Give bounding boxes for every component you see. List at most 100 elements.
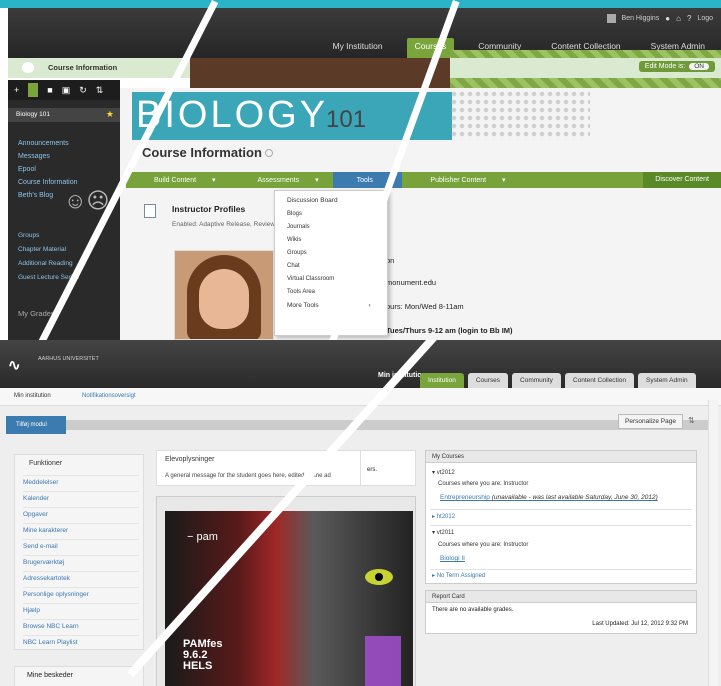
tool-link[interactable]: Mine karakterer: [23, 523, 139, 539]
tools-menu-chat[interactable]: Chat: [287, 263, 387, 269]
university-logo-icon: ∿: [8, 357, 21, 374]
help-icon[interactable]: ?: [687, 14, 691, 23]
info-line: ours: Mon/Wed 8-11am: [386, 302, 464, 311]
logout-link[interactable]: Logo: [697, 15, 713, 22]
my-courses-title: My Courses: [426, 451, 696, 463]
tools-menu-groups[interactable]: Groups: [287, 250, 387, 256]
tab-community[interactable]: Community: [512, 373, 561, 388]
sub-nav-my-institution[interactable]: Min institution: [14, 393, 51, 399]
document-icon: [144, 204, 156, 218]
tool-link[interactable]: Browse NBC Learn: [23, 619, 139, 635]
person-icon[interactable]: ●: [665, 14, 670, 23]
list-view-icon[interactable]: ■: [47, 85, 52, 95]
tool-link[interactable]: Adressekartotek: [23, 571, 139, 587]
tool-link[interactable]: Hjælp: [23, 603, 139, 619]
add-module-button[interactable]: Tilføj modul: [6, 416, 66, 434]
report-card-updated: Last Updated: Jul 12, 2012 9:32 PM: [592, 621, 688, 627]
announcement-text-2: ers.: [367, 467, 378, 473]
course-link[interactable]: Entrepreneurship (unavailable - was last…: [440, 494, 658, 501]
add-icon[interactable]: +: [14, 85, 19, 95]
menu-item-chapter-material[interactable]: Chapter Material: [18, 246, 79, 253]
home-icon[interactable]: ⌂: [676, 14, 681, 23]
menu-item-messages[interactable]: Messages: [18, 153, 78, 160]
portal-tabs: Institution Courses Community Content Co…: [420, 373, 696, 388]
breadcrumb-item[interactable]: Course Information: [48, 63, 117, 72]
assessments-button[interactable]: Assessments ▾: [230, 176, 333, 184]
term-heading[interactable]: ▸ No Term Assigned: [432, 572, 485, 579]
user-name[interactable]: Ben Higgins: [622, 15, 660, 22]
report-card-message: There are no available grades.: [432, 607, 514, 613]
page-scrollbar[interactable]: [708, 400, 718, 686]
tool-link[interactable]: Send e-mail: [23, 539, 139, 555]
tool-link[interactable]: Kalender: [23, 491, 139, 507]
instructor-profiles-title[interactable]: Instructor Profiles: [172, 204, 245, 214]
menu-toggle-icon[interactable]: [22, 62, 34, 73]
reorder-icon[interactable]: ⇅: [688, 416, 695, 425]
tools-dropdown-menu: Discussion Board Blogs Journals Wikis Gr…: [274, 190, 388, 336]
tab-my-institution[interactable]: My Institution: [326, 38, 388, 59]
build-content-button[interactable]: Build Content ▾: [126, 176, 230, 184]
course-link[interactable]: Biologi II: [440, 555, 465, 562]
tools-menu-virtual-classroom[interactable]: Virtual Classroom: [287, 276, 387, 282]
tool-link[interactable]: Brugerværktøj: [23, 555, 139, 571]
info-line[interactable]: monument.edu: [386, 278, 436, 287]
tab-courses[interactable]: Courses: [467, 373, 509, 388]
menu-item-groups[interactable]: Groups: [18, 232, 79, 239]
tab-courses[interactable]: Courses: [406, 38, 455, 59]
folder-view-icon[interactable]: [28, 83, 39, 97]
menu-item-announcements[interactable]: Announcements: [18, 140, 78, 147]
tab-system-admin[interactable]: System Admin: [638, 373, 696, 388]
tab-content-collection[interactable]: Content Collection: [564, 373, 635, 388]
user-bar: Ben Higgins ● ⌂ ? Logo: [606, 14, 713, 23]
sub-nav-notifications[interactable]: Notifikationsoversigt: [82, 393, 136, 399]
announcement-title: Elevoplysninger: [165, 456, 215, 463]
discover-content-button[interactable]: Discover Content: [643, 172, 721, 188]
sort-icon[interactable]: ⇅: [96, 85, 104, 96]
instructor-profiles-status: Enabled: Adaptive Release, Review: [172, 221, 275, 228]
announcement-module-2: ers.: [360, 450, 416, 486]
sub-navigation: Min institution Notifikationsoversigt: [0, 388, 721, 406]
module-strip: [66, 420, 711, 430]
poster-shape: [365, 636, 401, 686]
announcement-module: Elevoplysninger A general message for th…: [156, 450, 366, 486]
tools-menu-more-tools[interactable]: More Tools ›: [287, 302, 387, 309]
term-heading[interactable]: ▾ vt2011: [432, 529, 454, 536]
tools-module: Funktioner Meddelelser Kalender Opgaver …: [14, 454, 144, 650]
tools-menu-discussion-board[interactable]: Discussion Board: [287, 197, 387, 204]
instructor-photo: [174, 250, 274, 340]
tool-link[interactable]: Meddelelser: [23, 475, 139, 491]
star-icon[interactable]: ★: [106, 109, 114, 120]
publisher-content-button[interactable]: Publisher Content ▾: [402, 176, 519, 184]
tab-institution[interactable]: Institution: [420, 373, 464, 388]
tool-link[interactable]: NBC Learn Playlist: [23, 635, 139, 651]
edit-mode-value[interactable]: ON: [689, 63, 709, 70]
report-card-title: Report Card: [426, 591, 696, 603]
menu-item-epool[interactable]: Epool: [18, 166, 78, 173]
blackboard-course-screenshot: Ben Higgins ● ⌂ ? Logo My Institution Co…: [0, 0, 721, 340]
window-icon[interactable]: ▣: [62, 85, 71, 96]
course-name[interactable]: Biology 101 ★: [8, 108, 120, 122]
info-icon[interactable]: [264, 149, 273, 157]
term-heading[interactable]: ▸ ht2012: [432, 513, 455, 520]
content-area: BIOLOGY 101 Course Information Build Con…: [120, 88, 721, 340]
personalize-page-button[interactable]: Personalize Page: [618, 414, 683, 429]
term-heading[interactable]: ▾ vt2012: [432, 469, 455, 476]
edit-mode-label: Edit Mode is:: [644, 63, 686, 70]
tools-menu-tools-area[interactable]: Tools Area: [287, 289, 387, 295]
tool-link[interactable]: Personlige oplysninger: [23, 587, 139, 603]
info-line: Tues/Thurs 9-12 am (login to Bb IM): [386, 326, 513, 335]
menu-item-additional-reading[interactable]: Additional Reading: [18, 260, 79, 267]
banner-number: 101: [326, 106, 367, 133]
edit-mode-toggle[interactable]: Edit Mode is: ON: [638, 61, 715, 72]
refresh-icon[interactable]: ↻: [79, 85, 87, 96]
chevron-right-icon: ›: [368, 302, 371, 309]
banner-brown-bar: [190, 58, 450, 88]
avatar: [606, 14, 616, 23]
tool-link[interactable]: Opgaver: [23, 507, 139, 523]
event-poster-module: − pam PAMfes 9.6.2 HELS: [156, 496, 416, 686]
my-courses-module: My Courses ▾ vt2012 Courses where you ar…: [425, 450, 697, 584]
poster-pupil: [375, 573, 383, 581]
menu-item-course-information[interactable]: Course Information: [18, 179, 78, 186]
tools-menu-blogs[interactable]: Blogs: [287, 211, 387, 217]
portal-header: ∿ AARHUS UNIVERSITET Min institution Ins…: [0, 340, 721, 388]
